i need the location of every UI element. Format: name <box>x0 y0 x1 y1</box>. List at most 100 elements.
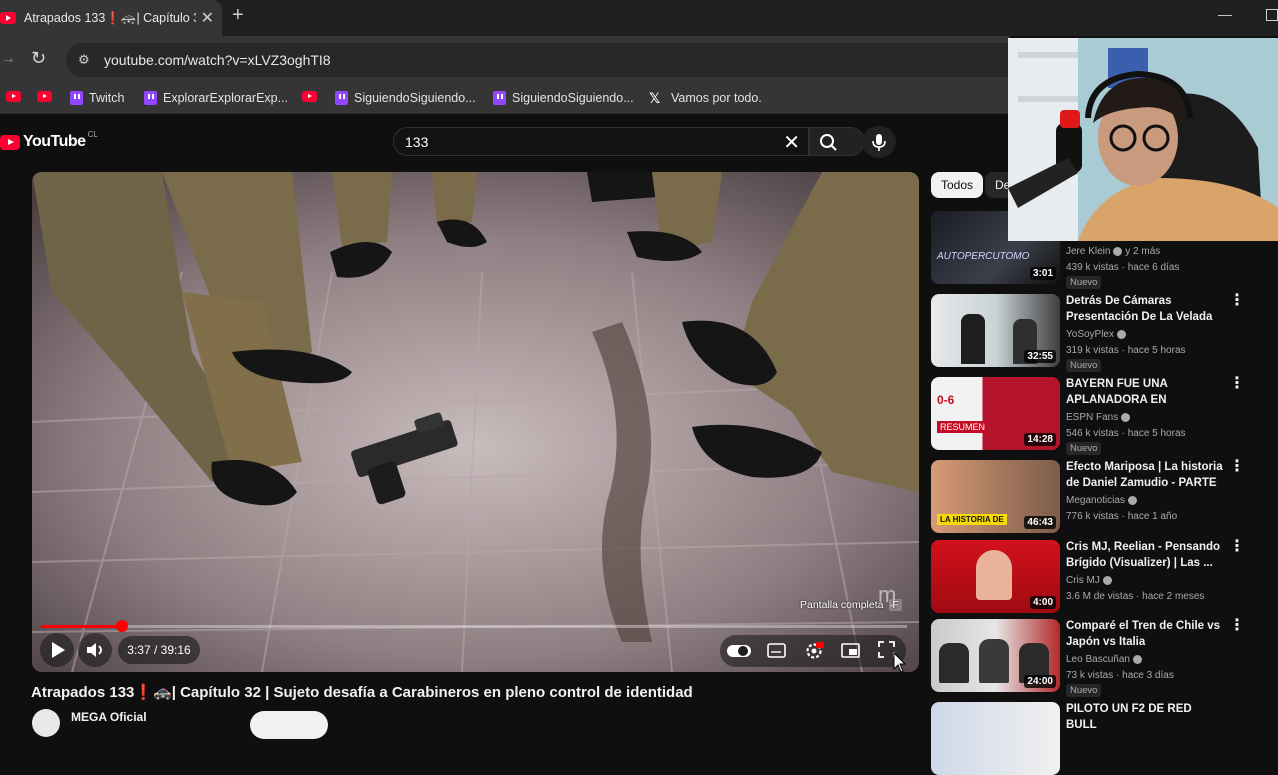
new-badge: Nuevo <box>1066 684 1102 697</box>
related-video-item[interactable]: 32:55 Detrás De Cámaras Presentación De … <box>931 293 1271 374</box>
related-video-item[interactable]: 0-6 RESUMEN 14:28 BAYERN FUE UNA APLANAD… <box>931 376 1271 457</box>
bookmark-label: ExplorarExplorarExp... <box>163 91 289 105</box>
new-tab-button[interactable]: + <box>232 4 244 27</box>
video-player[interactable]: ɱ <box>32 172 919 672</box>
settings-gear-icon[interactable] <box>803 640 825 662</box>
bookmark-siguiendo-2[interactable]: SiguiendoSiguiendo... <box>493 91 634 105</box>
video-title: Atrapados 133❗🚓| Capítulo 32 | Sujeto de… <box>31 684 693 701</box>
search-query-text: 133 <box>405 134 429 150</box>
channel-avatar[interactable] <box>32 709 60 737</box>
bookmark-label: SiguiendoSiguiendo... <box>512 91 634 105</box>
browser-toolbar: → ↻ ⚙ youtube.com/watch?v=xLVZ3oghTI8 <box>0 36 1010 84</box>
youtube-icon <box>6 91 21 102</box>
fullscreen-icon[interactable] <box>876 639 906 675</box>
youtube-icon <box>302 91 317 102</box>
time-display: 3:37 / 39:16 <box>118 636 200 664</box>
tooltip-text: Pantalla completa <box>800 599 884 611</box>
bookmark-label: SiguiendoSiguiendo... <box>354 91 476 105</box>
voice-search-button[interactable] <box>862 126 896 158</box>
video-duration: 32:55 <box>1024 350 1056 363</box>
tooltip-shortcut: F <box>889 599 902 611</box>
video-thumbnail: LA HISTORIA DE 46:43 <box>931 460 1060 533</box>
video-thumbnail: 32:55 <box>931 294 1060 367</box>
fullscreen-tooltip: Pantalla completa F <box>800 599 902 611</box>
mouse-cursor-icon <box>893 651 906 673</box>
progress-scrubber[interactable] <box>115 620 128 632</box>
search-input[interactable]: 133 ✕ <box>393 127 809 156</box>
url-text: youtube.com/watch?v=xLVZ3oghTI8 <box>104 52 331 68</box>
video-frame: ɱ <box>32 172 919 672</box>
bookmark-x[interactable]: 𝕏 Vamos por todo. <box>649 91 762 105</box>
bookmark-siguiendo-1[interactable]: SiguiendoSiguiendo... <box>335 91 476 105</box>
related-video-item[interactable]: PILOTO UN F2 DE RED BULL <box>931 702 1271 775</box>
video-duration: 46:43 <box>1024 516 1056 529</box>
search-button[interactable] <box>809 127 865 156</box>
video-channel: Meganoticias <box>1066 495 1137 506</box>
bookmark-label: Vamos por todo. <box>671 91 762 105</box>
video-title: PILOTO UN F2 DE RED BULL <box>1066 703 1192 731</box>
video-meta: 546 k vistas · hace 5 horas <box>1066 428 1186 439</box>
video-channel: ESPN Fans <box>1066 412 1131 423</box>
subscribe-button[interactable] <box>250 711 328 739</box>
verified-icon <box>1132 654 1142 664</box>
verified-icon <box>1117 329 1126 339</box>
bookmark-twitch[interactable]: Twitch <box>70 91 124 105</box>
chip-all[interactable]: Todos <box>931 172 984 198</box>
video-channel: YoSoyPlex <box>1066 329 1126 340</box>
microphone-icon <box>872 134 886 151</box>
forward-arrow-icon[interactable]: → <box>0 50 16 68</box>
youtube-wordmark: YouTube <box>23 133 86 150</box>
bookmark-youtube-1[interactable] <box>6 91 21 102</box>
address-bar[interactable]: ⚙ youtube.com/watch?v=xLVZ3oghTI8 <box>66 43 1010 77</box>
more-options-icon[interactable]: ⋮ <box>1229 459 1245 475</box>
autoplay-toggle-icon[interactable] <box>726 641 754 661</box>
video-meta: 3.6 M de vistas · hace 2 meses <box>1066 591 1205 602</box>
related-video-item[interactable]: 24:00 Comparé el Tren de Chile vs Japón … <box>931 618 1271 699</box>
video-channel: Cris MJ <box>1066 575 1112 586</box>
channel-name[interactable]: MEGA Oficial <box>71 710 147 724</box>
site-info-icon[interactable]: ⚙ <box>78 52 90 68</box>
close-tab-icon[interactable]: ✕ <box>201 8 214 28</box>
channel-label: ESPN Fans <box>1066 412 1119 423</box>
more-options-icon[interactable]: ⋮ <box>1229 293 1245 309</box>
play-button[interactable] <box>40 633 74 667</box>
more-options-icon[interactable]: ⋮ <box>1229 376 1245 392</box>
miniplayer-icon[interactable] <box>840 641 862 661</box>
webcam-feed <box>1008 38 1278 241</box>
video-meta: 776 k vistas · hace 1 año <box>1066 511 1178 522</box>
more-options-icon[interactable]: ⋮ <box>1229 618 1245 634</box>
video-duration: 14:28 <box>1024 433 1056 446</box>
youtube-icon <box>37 91 52 102</box>
play-icon <box>52 642 65 658</box>
volume-icon <box>87 643 102 657</box>
maximize-window-button[interactable] <box>1266 9 1278 21</box>
bookmark-explorar[interactable]: ExplorarExplorarExp... <box>144 91 288 105</box>
related-video-item[interactable]: LA HISTORIA DE 46:43 Efecto Mariposa | L… <box>931 459 1271 540</box>
video-channel: Jere Klein y 2 más <box>1066 246 1160 257</box>
verified-icon <box>1127 495 1137 505</box>
progress-bar-played <box>41 625 122 628</box>
reload-icon[interactable]: ↻ <box>31 48 46 69</box>
video-duration: 24:00 <box>1024 675 1056 688</box>
browser-tab[interactable]: Atrapados 133❗🚓| Capítulo 32 ✕ <box>0 0 222 36</box>
country-code: CL <box>87 129 98 139</box>
bookmark-youtube-2[interactable] <box>37 91 52 102</box>
browser-tab-bar: Atrapados 133❗🚓| Capítulo 32 ✕ + — <box>0 0 1278 36</box>
twitch-icon <box>70 91 83 105</box>
video-thumbnail <box>931 702 1060 775</box>
bookmark-youtube-3[interactable] <box>302 91 317 102</box>
channel-label: Cris MJ <box>1066 575 1100 586</box>
clear-search-icon[interactable]: ✕ <box>783 130 800 155</box>
verified-icon <box>1121 412 1131 422</box>
bookmarks-bar: Twitch ExplorarExplorarExp... SiguiendoS… <box>0 84 1010 114</box>
more-options-icon[interactable]: ⋮ <box>1229 539 1245 555</box>
minimize-window-button[interactable]: — <box>1218 6 1232 22</box>
youtube-logo[interactable]: YouTube CL <box>0 129 98 151</box>
video-title: BAYERN FUE UNA APLANADORA EN BÉRGAMO ... <box>1066 378 1168 406</box>
new-badge: Nuevo <box>1066 442 1102 455</box>
related-video-item[interactable]: 4:00 Cris MJ, Reelian - Pensando Brígido… <box>931 539 1271 620</box>
progress-bar[interactable] <box>41 625 907 628</box>
video-thumbnail: 4:00 <box>931 540 1060 613</box>
mute-button[interactable] <box>78 633 112 667</box>
subtitles-icon[interactable] <box>766 641 788 661</box>
